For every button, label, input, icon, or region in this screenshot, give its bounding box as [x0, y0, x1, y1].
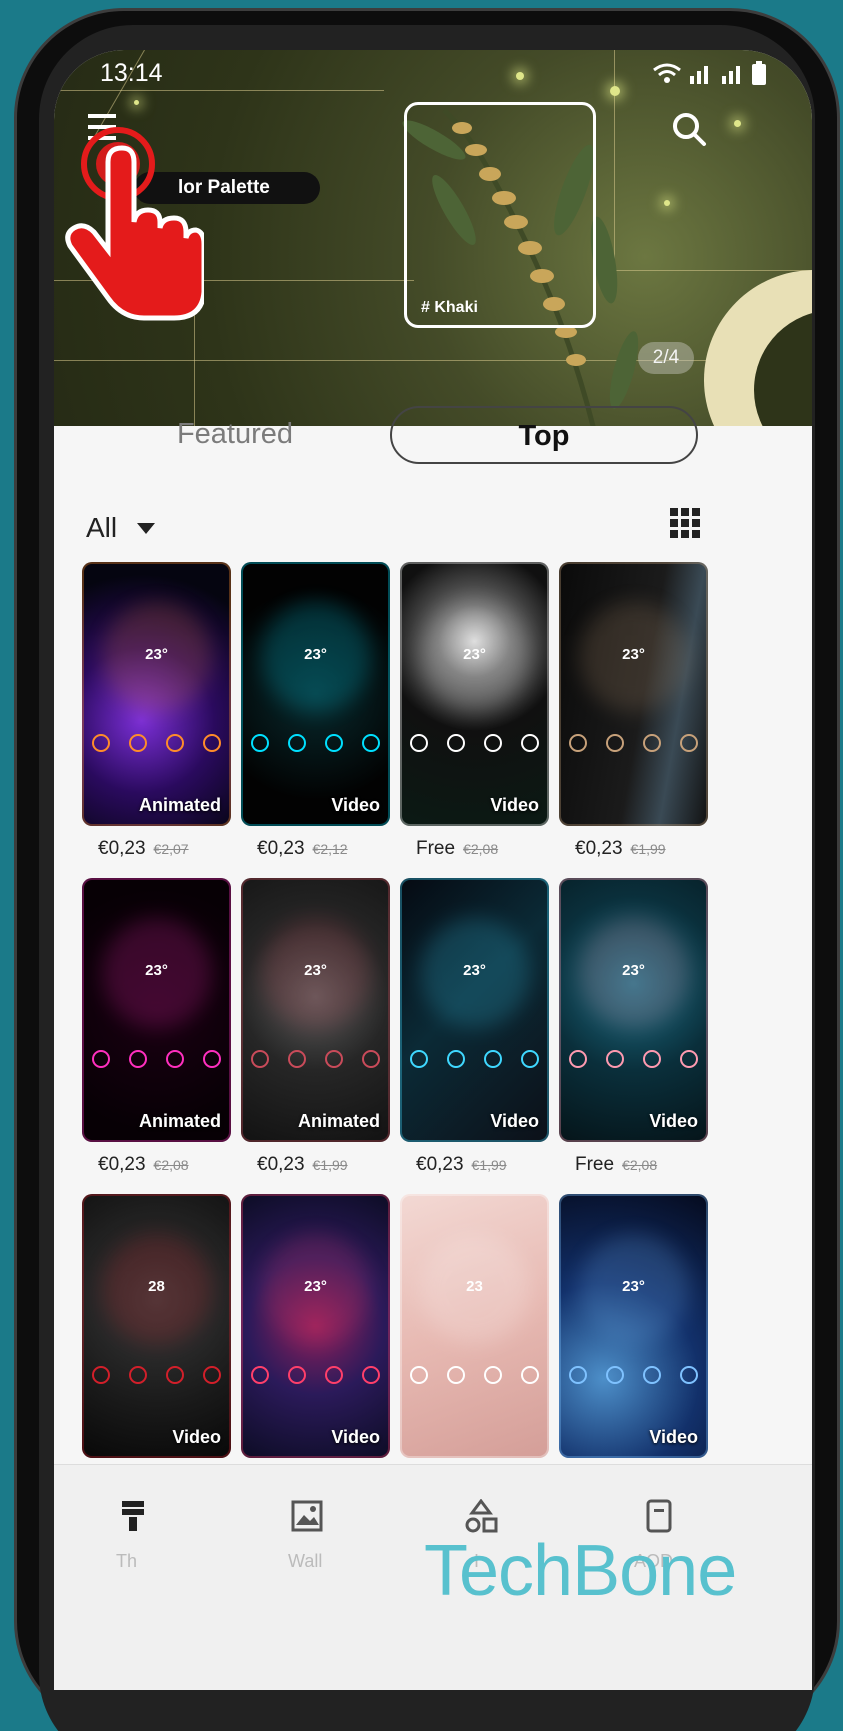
aod-icon[interactable] [642, 1499, 676, 1533]
theme-clock: 23° [304, 1278, 327, 1295]
theme-badge: Animated [138, 795, 221, 815]
theme-price-current: €0,23 [257, 838, 305, 859]
signal-icon-2 [722, 66, 740, 84]
theme-price-current: Free [416, 838, 456, 859]
theme-clock: 23° [304, 646, 327, 663]
page-indicator: 2/4 [638, 342, 694, 374]
paint-brush-icon[interactable] [116, 1499, 150, 1533]
theme-price-current: €0,23 [98, 1154, 146, 1175]
theme-card[interactable]: 23° Animated [82, 878, 231, 1142]
theme-card[interactable]: 23 [400, 1194, 549, 1458]
theme-card[interactable]: 28 Video [82, 1194, 231, 1458]
theme-badge: Animated [138, 1111, 221, 1131]
theme-price-current: €0,23 [98, 838, 146, 859]
filter-label: All [86, 512, 118, 543]
tab-featured[interactable]: Featured [110, 406, 360, 464]
frame-label: # Khaki [421, 299, 478, 316]
color-palette-frame: # Khaki [404, 102, 596, 328]
wifi-icon [653, 63, 681, 83]
theme-price-original: €2,08 [463, 841, 499, 857]
theme-price-original: €1,99 [312, 1157, 348, 1173]
theme-price: €0,23 €1,99 [257, 1154, 348, 1176]
theme-price: €0,23 €1,99 [575, 838, 666, 860]
theme-price: Free €2,08 [575, 1154, 657, 1176]
theme-badge: Animated [297, 1111, 380, 1131]
theme-price-original: €2,07 [153, 841, 189, 857]
theme-badge: Video [331, 1427, 380, 1447]
theme-app-icons [251, 734, 380, 752]
signal-icon [690, 66, 708, 84]
theme-clock: 23° [622, 1278, 645, 1295]
theme-app-icons [410, 1366, 539, 1384]
theme-card[interactable]: 23° Video [241, 1194, 390, 1458]
theme-price-original: €1,99 [630, 841, 666, 857]
theme-app-icons [569, 1366, 698, 1384]
theme-price: €0,23 €2,07 [98, 838, 189, 860]
theme-badge: Video [331, 795, 380, 815]
theme-app-icons [251, 1366, 380, 1384]
wallpaper-icon[interactable] [290, 1499, 324, 1533]
theme-clock: 23° [622, 962, 645, 979]
theme-clock: 28 [148, 1278, 165, 1295]
theme-card[interactable]: 23° Animated [241, 878, 390, 1142]
theme-app-icons [92, 1050, 221, 1068]
theme-app-icons [410, 1050, 539, 1068]
battery-icon [752, 61, 766, 85]
theme-app-icons [410, 734, 539, 752]
theme-clock: 23° [145, 962, 168, 979]
nav-label-wallpapers: Wall [288, 1551, 323, 1571]
theme-badge: Video [490, 795, 539, 815]
status-time: 13:14 [100, 58, 163, 87]
theme-price: €0,23 €2,12 [257, 838, 348, 860]
theme-price-current: €0,23 [416, 1154, 464, 1175]
theme-price-current: €0,23 [257, 1154, 305, 1175]
theme-clock: 23 [466, 1278, 483, 1295]
theme-price-original: €2,08 [153, 1157, 189, 1173]
theme-clock: 23° [463, 962, 486, 979]
theme-card[interactable]: 23° Video [559, 1194, 708, 1458]
theme-price-current: Free [575, 1154, 615, 1175]
theme-price-original: €1,99 [471, 1157, 507, 1173]
theme-card[interactable]: 23° [559, 562, 708, 826]
theme-app-icons [569, 1050, 698, 1068]
theme-price: €0,23 €1,99 [416, 1154, 507, 1176]
theme-card[interactable]: 23° Animated [82, 562, 231, 826]
theme-price-original: €2,12 [312, 841, 348, 857]
banner[interactable]: # Khaki 13:14 lor Palette 2/4 [54, 50, 812, 426]
theme-clock: 23° [463, 646, 486, 663]
theme-card[interactable]: 23° Video [400, 878, 549, 1142]
nav-label-themes: Th [116, 1551, 138, 1571]
theme-app-icons [92, 1366, 221, 1384]
search-icon[interactable] [670, 110, 708, 148]
icons-icon[interactable] [464, 1499, 498, 1533]
theme-price-current: €0,23 [575, 838, 623, 859]
theme-price: Free €2,08 [416, 838, 498, 860]
theme-badge: Video [649, 1427, 698, 1447]
theme-clock: 23° [145, 646, 168, 663]
status-bar: 13:14 [100, 56, 766, 90]
theme-clock: 23° [304, 962, 327, 979]
theme-clock: 23° [622, 646, 645, 663]
theme-app-icons [92, 734, 221, 752]
theme-price: €0,23 €2,08 [98, 1154, 189, 1176]
grid-view-icon[interactable] [670, 508, 700, 538]
theme-app-icons [569, 734, 698, 752]
watermark-logo: TechBone [424, 1531, 737, 1611]
tab-top[interactable]: Top [390, 406, 698, 464]
theme-app-icons [251, 1050, 380, 1068]
theme-card[interactable]: 23° Video [241, 562, 390, 826]
theme-badge: Video [172, 1427, 221, 1447]
theme-card[interactable]: 23° Video [400, 562, 549, 826]
tap-hand-icon [65, 127, 204, 321]
theme-card[interactable]: 23° Video [559, 878, 708, 1142]
filter-dropdown[interactable]: All [86, 512, 156, 544]
caret-down-icon [137, 522, 156, 534]
theme-price-original: €2,08 [622, 1157, 658, 1173]
screen: # Khaki 13:14 lor Palette 2/4 Featured T… [54, 50, 812, 1690]
theme-badge: Video [490, 1111, 539, 1131]
theme-badge: Video [649, 1111, 698, 1131]
